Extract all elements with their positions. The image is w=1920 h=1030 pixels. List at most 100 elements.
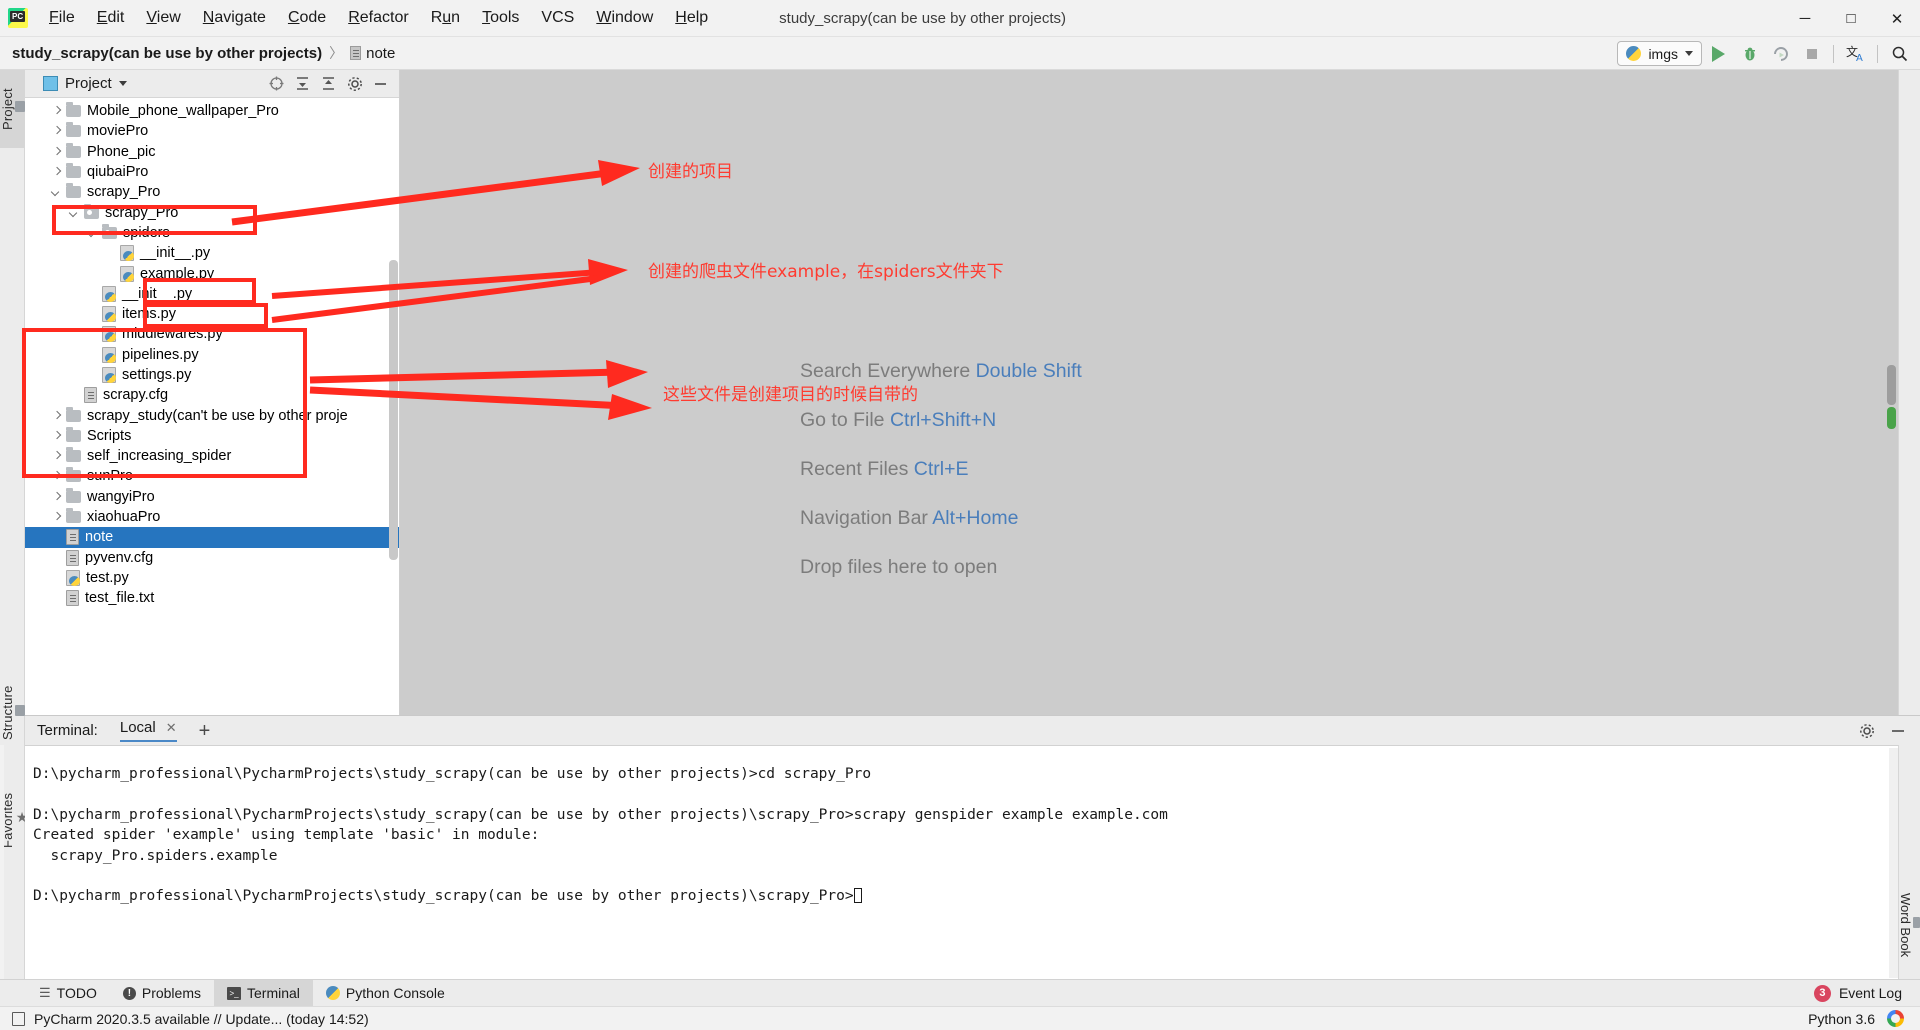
tree-item-scrapy_pro[interactable]: scrapy_Pro bbox=[25, 202, 399, 222]
stop-button[interactable] bbox=[1797, 39, 1826, 68]
window-title: study_scrapy(can be use by other project… bbox=[779, 9, 1066, 27]
chevron-right-icon[interactable] bbox=[51, 512, 61, 522]
menu-window[interactable]: Window bbox=[585, 7, 664, 29]
tree-item-scrapy_pro[interactable]: scrapy_Pro bbox=[25, 182, 399, 202]
tree-item-scrapy.cfg[interactable]: scrapy.cfg bbox=[25, 385, 399, 405]
tab-problems-label: Problems bbox=[141, 985, 201, 1001]
run-button[interactable] bbox=[1704, 39, 1733, 68]
menu-view[interactable]: View bbox=[135, 7, 191, 29]
chevron-right-icon[interactable] bbox=[51, 106, 61, 116]
tree-item-scrapy_study-can-t-be-use-by-other-proje[interactable]: scrapy_study(can't be use by other proje bbox=[25, 405, 399, 425]
gear-icon[interactable] bbox=[1858, 722, 1875, 739]
tree-item-items.py[interactable]: items.py bbox=[25, 304, 399, 324]
minimize-icon[interactable] bbox=[1889, 722, 1906, 739]
tree-item-example.py[interactable]: example.py bbox=[25, 263, 399, 283]
target-icon[interactable] bbox=[268, 75, 285, 92]
tree-item-spiders[interactable]: spiders bbox=[25, 223, 399, 243]
chevron-right-icon[interactable] bbox=[51, 167, 61, 177]
tree-item-wangyipro[interactable]: wangyiPro bbox=[25, 487, 399, 507]
menu-code[interactable]: Code bbox=[277, 7, 337, 29]
chevron-down-icon bbox=[1685, 51, 1693, 56]
tree-item-xiaohuapro[interactable]: xiaohuaPro bbox=[25, 507, 399, 527]
run-configuration-selector[interactable]: imgs bbox=[1617, 41, 1702, 66]
maximize-button[interactable]: □ bbox=[1828, 0, 1874, 37]
menu-tools[interactable]: Tools bbox=[471, 7, 530, 29]
chevron-right-icon[interactable] bbox=[51, 471, 61, 481]
collapse-all-icon[interactable] bbox=[294, 75, 311, 92]
menu-refactor[interactable]: Refactor bbox=[337, 7, 419, 29]
tree-item-pipelines.py[interactable]: pipelines.py bbox=[25, 345, 399, 365]
event-log-area[interactable]: 3 Event Log bbox=[1813, 984, 1920, 1002]
tree-item-note[interactable]: note bbox=[25, 527, 399, 548]
google-icon[interactable] bbox=[1887, 1010, 1904, 1027]
terminal-tab-local[interactable]: Local ✕ bbox=[119, 719, 177, 742]
editor-hint-label: Recent Files bbox=[800, 458, 909, 480]
python-file-icon bbox=[102, 326, 116, 343]
chevron-down-icon[interactable] bbox=[69, 208, 79, 218]
menu-navigate[interactable]: Navigate bbox=[192, 7, 277, 29]
tab-todo-label: TODO bbox=[56, 985, 97, 1001]
tree-item-self_increasing_spider[interactable]: self_increasing_spider bbox=[25, 446, 399, 466]
stripe-word-book-button[interactable]: Word Book bbox=[1898, 870, 1920, 980]
tree-item-pyvenv.cfg[interactable]: pyvenv.cfg bbox=[25, 548, 399, 568]
close-icon[interactable]: ✕ bbox=[166, 720, 177, 736]
interpreter-label[interactable]: Python 3.6 bbox=[1808, 1011, 1875, 1027]
chevron-down-icon[interactable] bbox=[51, 187, 61, 197]
menu-run[interactable]: Run bbox=[420, 7, 471, 29]
expand-all-icon[interactable] bbox=[320, 75, 337, 92]
tab-todo[interactable]: ☰ TODO bbox=[26, 980, 110, 1007]
translate-button[interactable]: 文 A bbox=[1841, 39, 1870, 68]
menu-edit[interactable]: Edit bbox=[86, 7, 136, 29]
chevron-right-icon[interactable] bbox=[51, 431, 61, 441]
close-button[interactable]: ✕ bbox=[1874, 0, 1920, 37]
project-tree[interactable]: Mobile_phone_wallpaper_Pro moviePro Phone_… bbox=[25, 98, 399, 715]
gear-icon[interactable] bbox=[346, 75, 363, 92]
debug-button[interactable] bbox=[1735, 39, 1764, 68]
tree-item-sunpro[interactable]: sunPro bbox=[25, 466, 399, 486]
terminal-output[interactable]: D:\pycharm_professional\PycharmProjects\… bbox=[25, 745, 1898, 985]
minimize-button[interactable]: ─ bbox=[1782, 0, 1828, 37]
python-file-icon bbox=[102, 367, 116, 383]
search-button[interactable] bbox=[1885, 39, 1914, 68]
editor-scrollbar[interactable] bbox=[1887, 365, 1896, 405]
terminal-scrollbar[interactable] bbox=[1889, 748, 1898, 978]
chevron-right-icon[interactable] bbox=[51, 492, 61, 502]
editor-scrollbar-marker[interactable] bbox=[1887, 407, 1896, 429]
run-with-coverage-button[interactable] bbox=[1766, 39, 1795, 68]
chevron-right-icon[interactable] bbox=[51, 411, 61, 421]
tree-item-scripts[interactable]: Scripts bbox=[25, 426, 399, 446]
chevron-right-icon[interactable] bbox=[51, 147, 61, 157]
tree-item-phone_pic[interactable]: Phone_pic bbox=[25, 142, 399, 162]
tree-item-middlewares.py[interactable]: middlewares.py bbox=[25, 324, 399, 344]
tree-item-test_file.txt[interactable]: test_file.txt bbox=[25, 588, 399, 608]
tree-item-moviepro[interactable]: moviePro bbox=[25, 121, 399, 141]
tree-item-test.py[interactable]: test.py bbox=[25, 568, 399, 588]
chevron-down-icon[interactable] bbox=[87, 228, 97, 238]
chevron-right-icon[interactable] bbox=[51, 126, 61, 136]
tree-item-__init__.py[interactable]: __init__.py bbox=[25, 284, 399, 304]
tree-item-__init__.py[interactable]: __init__.py bbox=[25, 243, 399, 263]
new-terminal-button[interactable]: + bbox=[199, 721, 211, 741]
chevron-down-icon[interactable] bbox=[118, 81, 127, 86]
search-icon bbox=[1892, 46, 1907, 61]
title-bar: File Edit View Navigate Code Refactor Ru… bbox=[0, 0, 1920, 37]
breadcrumb-root[interactable]: study_scrapy(can be use by other project… bbox=[12, 45, 322, 62]
status-message[interactable]: PyCharm 2020.3.5 available // Update... … bbox=[34, 1011, 369, 1027]
breadcrumb-file[interactable]: note bbox=[366, 45, 395, 62]
notification-icon[interactable] bbox=[12, 1011, 25, 1026]
menu-file[interactable]: File bbox=[38, 7, 86, 29]
minimize-icon[interactable] bbox=[372, 75, 389, 92]
tab-python-console-label: Python Console bbox=[345, 985, 445, 1001]
tab-python-console[interactable]: Python Console bbox=[313, 980, 458, 1007]
menu-vcs[interactable]: VCS bbox=[530, 7, 585, 29]
chevron-right-icon[interactable] bbox=[51, 451, 61, 461]
tab-terminal[interactable]: >_ Terminal bbox=[214, 979, 313, 1007]
tree-item-settings.py[interactable]: settings.py bbox=[25, 365, 399, 385]
tree-item-mobile_phone_wallpaper_pro[interactable]: Mobile_phone_wallpaper_Pro bbox=[25, 101, 399, 121]
menu-help[interactable]: Help bbox=[664, 7, 719, 29]
tree-item-qiubaipro[interactable]: qiubaiPro bbox=[25, 162, 399, 182]
project-tree-scrollbar[interactable] bbox=[389, 260, 398, 560]
tab-problems[interactable]: ! Problems bbox=[110, 980, 214, 1007]
stripe-project-button[interactable]: Project bbox=[0, 70, 25, 148]
